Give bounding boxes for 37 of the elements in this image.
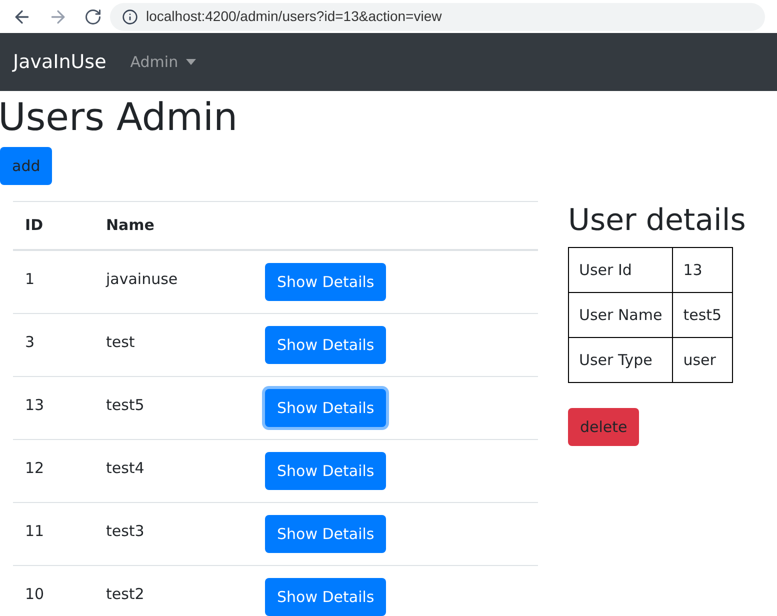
table-cell: User Type [568, 338, 673, 382]
info-icon[interactable] [122, 8, 138, 24]
caret-icon [186, 59, 196, 65]
table-cell-text: 12 [24, 458, 46, 479]
table-cell-text: test2 [105, 584, 146, 605]
show-details-button[interactable]: Show Details [265, 515, 386, 553]
details-title: User details [568, 203, 746, 239]
page-title: Users Admin [0, 94, 238, 141]
brand-link[interactable]: JavaInUse [13, 48, 106, 76]
table-cell-text: 11 [24, 521, 46, 542]
column-header: ID [24, 215, 44, 236]
url-text: localhost:4200/admin/users?id=13&action=view [146, 7, 442, 26]
column-header: Name [105, 215, 154, 236]
table-cell: 13 [672, 248, 732, 292]
table-cell: user [672, 338, 732, 382]
delete-button[interactable]: delete [568, 408, 640, 446]
table-cell: test5 [672, 292, 732, 338]
show-details-button[interactable]: Show Details [265, 452, 386, 490]
table-cell-text: 10 [24, 584, 46, 605]
show-details-button[interactable]: Show Details [265, 578, 386, 616]
show-details-button[interactable]: Show Details [265, 326, 386, 364]
table-cell-text: test3 [105, 521, 146, 542]
show-details-button[interactable]: Show Details [265, 263, 386, 301]
table-cell-text: test4 [105, 458, 146, 479]
table-cell-text: 3 [24, 332, 36, 353]
table-cell-text: test [105, 332, 136, 353]
show-details-button[interactable]: Show Details [265, 389, 386, 427]
table-cell: User Id [568, 248, 673, 292]
admin-dropdown[interactable]: Admin [130, 50, 196, 74]
add-button[interactable]: add [0, 147, 52, 185]
table-cell-text: 13 [24, 395, 46, 416]
table-cell-text: test5 [105, 395, 146, 416]
address-bar[interactable]: localhost:4200/admin/users?id=13&action=view [110, 2, 765, 30]
table-cell-text: javainuse [104, 269, 179, 290]
reload-icon[interactable] [84, 8, 102, 26]
table-cell: User Name [568, 292, 673, 338]
table-cell-text: 1 [24, 269, 36, 290]
